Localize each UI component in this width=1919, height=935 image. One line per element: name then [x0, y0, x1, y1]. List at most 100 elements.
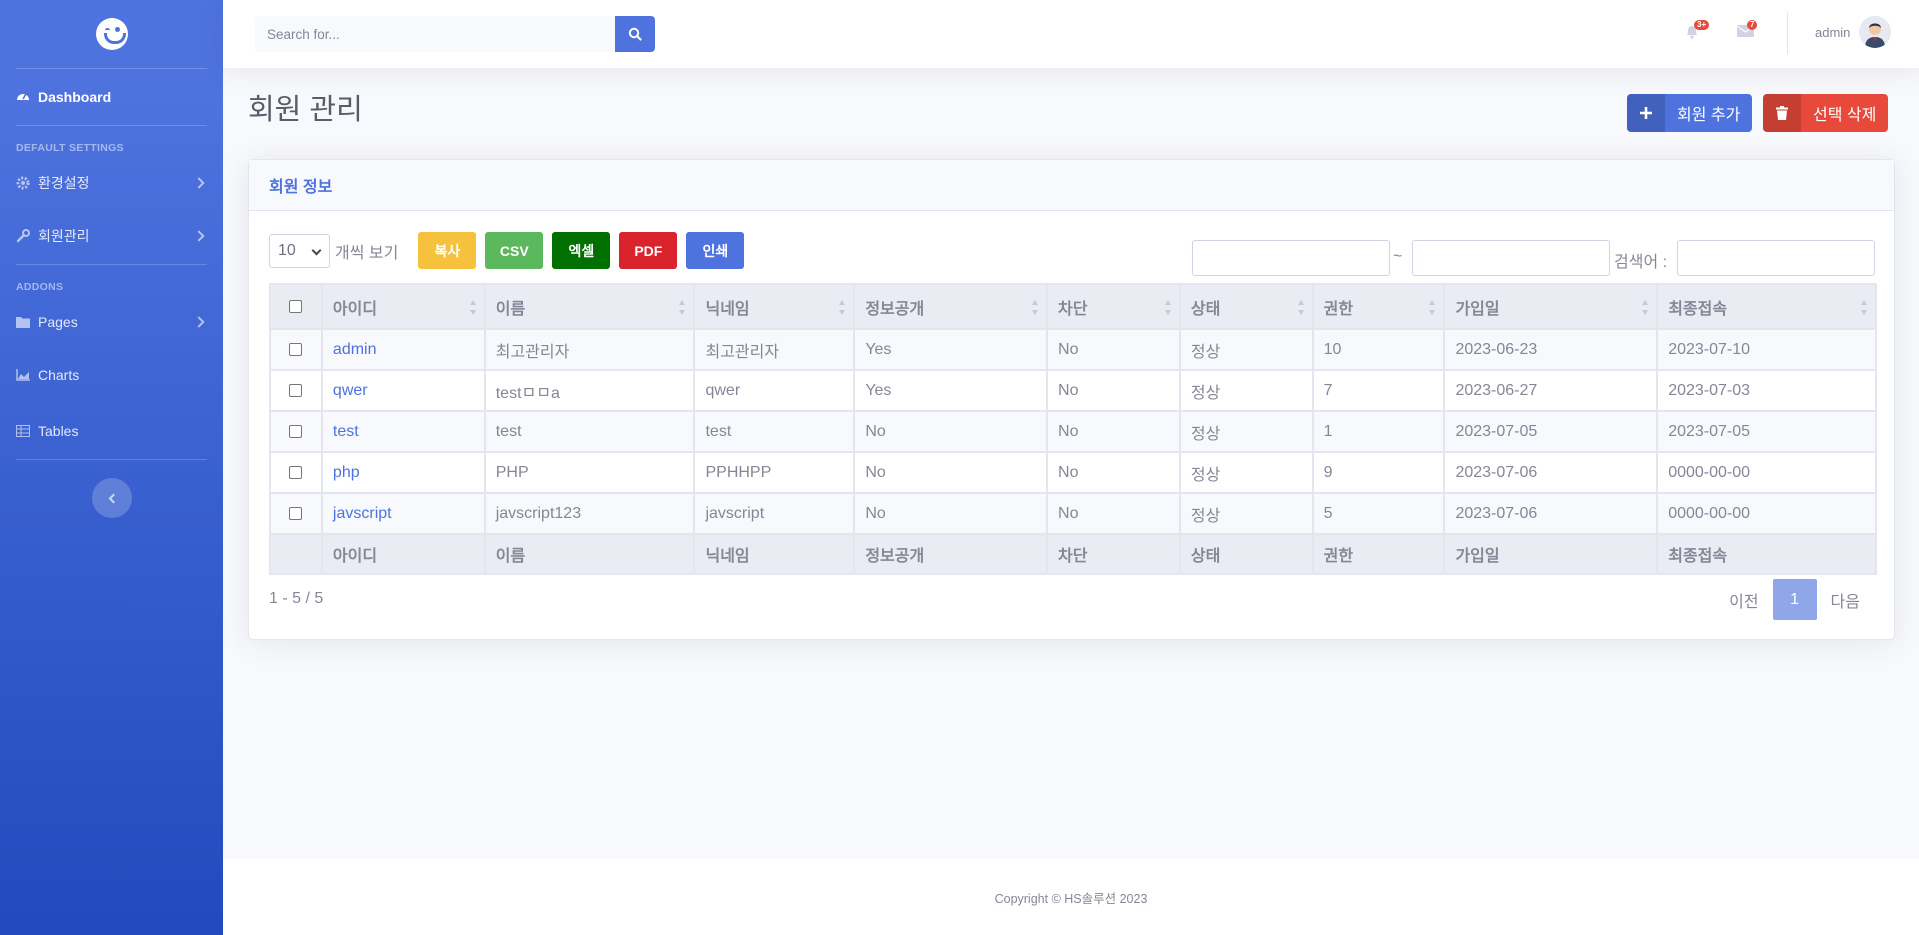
table-cell: 2023-06-27 [1443, 369, 1659, 412]
table-cell: 5 [1311, 492, 1446, 535]
table-cell: 정상 [1178, 328, 1314, 371]
table-cell: 2023-07-06 [1443, 451, 1659, 494]
row-checkbox[interactable] [269, 451, 323, 494]
table-cell: No [1046, 492, 1181, 535]
chevron-right-icon [193, 177, 205, 189]
members-table: 아이디 이름 닉네임 정보공개 차단 상태 권한 가입일 최종접속 admin 최… [269, 283, 1877, 575]
alerts-dropdown[interactable]: 3+ [1684, 20, 1710, 41]
topbar: 3+ 7 admin [223, 0, 1919, 68]
date-to-input[interactable] [1412, 240, 1610, 276]
page-button-current[interactable]: 1 [1772, 579, 1817, 620]
table-cell: 정상 [1178, 451, 1314, 494]
table-cell: 9 [1311, 451, 1446, 494]
table-row: javscript javscript123 javscript No No 정상 5 202… [269, 492, 1877, 535]
sidebar-item-label: 회원관리 [38, 228, 90, 244]
chart-area-icon [16, 368, 30, 382]
footer-cell: 정보공개 [853, 533, 1049, 575]
table-cell: 10 [1311, 328, 1446, 371]
user-name[interactable]: admin [1815, 25, 1850, 40]
copy-button[interactable]: 복사 [418, 232, 477, 269]
table-cell: No [1046, 328, 1181, 371]
select-all-checkbox[interactable] [269, 283, 323, 330]
add-member-button[interactable]: 회원 추가 [1627, 94, 1753, 132]
print-button[interactable]: 인쇄 [686, 232, 745, 269]
avatar[interactable] [1859, 16, 1891, 48]
table-cell: 2023-07-05 [1656, 410, 1877, 453]
messages-dropdown[interactable]: 7 [1736, 20, 1758, 41]
page-length-select[interactable]: 10 [269, 233, 330, 268]
column-header[interactable]: 아이디 [320, 283, 486, 330]
table-header-row: 아이디 이름 닉네임 정보공개 차단 상태 권한 가입일 최종접속 [269, 283, 1877, 330]
csv-button[interactable]: CSV [485, 232, 544, 269]
footer-cell: 권한 [1311, 533, 1446, 575]
search-button[interactable] [615, 16, 655, 52]
table-cell: 2023-06-23 [1443, 328, 1659, 371]
trash-icon [1763, 94, 1801, 132]
prev-page-button[interactable]: 이전 [1715, 588, 1772, 612]
sidebar-item-label: 환경설정 [38, 175, 90, 191]
column-header[interactable]: 상태 [1178, 283, 1314, 330]
table-cell: 0000-00-00 [1656, 492, 1877, 535]
date-from-input[interactable] [1192, 240, 1390, 276]
row-checkbox[interactable] [269, 369, 323, 412]
column-header[interactable]: 가입일 [1443, 283, 1659, 330]
member-id-link[interactable]: qwer [320, 369, 486, 412]
search-input[interactable] [255, 16, 615, 52]
table-cell: 정상 [1178, 492, 1314, 535]
next-page-button[interactable]: 다음 [1817, 588, 1874, 612]
sidebar-item-members[interactable]: 회원관리 [0, 208, 223, 264]
footer: Copyright © HS솔루션 2023 [223, 859, 1919, 935]
excel-button[interactable]: 엑셀 [552, 232, 611, 269]
row-checkbox[interactable] [269, 410, 323, 453]
footer-cell [269, 533, 323, 575]
footer-cell: 가입일 [1443, 533, 1659, 575]
column-header[interactable]: 정보공개 [853, 283, 1049, 330]
table-cell: No [1046, 369, 1181, 412]
table-cell: qwer [693, 369, 856, 412]
page-length-label: 개씩 보기 [335, 244, 399, 262]
column-header[interactable]: 이름 [483, 283, 696, 330]
column-header[interactable]: 차단 [1046, 283, 1181, 330]
table-cell: No [853, 451, 1049, 494]
sidebar-item-tables[interactable]: Tables [0, 403, 223, 459]
sort-icon [1297, 300, 1304, 315]
row-checkbox[interactable] [269, 328, 323, 371]
table-cell: test [483, 410, 696, 453]
sidebar-item-label: Pages [38, 314, 78, 330]
table-cell: 0000-00-00 [1656, 451, 1877, 494]
column-header[interactable]: 권한 [1311, 283, 1446, 330]
column-header[interactable]: 닉네임 [693, 283, 856, 330]
row-checkbox[interactable] [269, 492, 323, 535]
sidebar-item-charts[interactable]: Charts [0, 347, 223, 403]
table-cell: testㅁㅁa [483, 369, 696, 412]
table-row: admin 최고관리자 최고관리자 Yes No 정상 10 2023-06-23 2023-0… [269, 328, 1877, 371]
table-cell: PHP [483, 451, 696, 494]
sidebar-toggle-button[interactable] [91, 478, 132, 518]
member-id-link[interactable]: php [320, 451, 486, 494]
pagination: 이전 1 다음 [1715, 579, 1874, 620]
brand[interactable] [0, 0, 223, 68]
table-footer-row: 아이디 이름 닉네임 정보공개 차단 상태 권한 가입일 최종접속 [269, 533, 1877, 575]
sidebar-item-pages[interactable]: Pages [0, 297, 223, 347]
delete-selected-button[interactable]: 선택 삭제 [1763, 94, 1889, 132]
pdf-button[interactable]: PDF [619, 232, 678, 269]
add-member-label: 회원 추가 [1677, 107, 1741, 124]
member-id-link[interactable]: admin [320, 328, 486, 371]
sort-icon [1861, 300, 1867, 315]
table-cell: 7 [1311, 369, 1446, 412]
sidebar-item-label: Charts [38, 367, 80, 383]
table-controls: 10 개씩 보기 복사 CSV 엑셀 PDF 인쇄 [269, 232, 753, 269]
topbar-search [255, 16, 655, 52]
column-header[interactable]: 최종접속 [1656, 283, 1877, 330]
table-search-input[interactable] [1677, 240, 1875, 276]
member-id-link[interactable]: javscript [320, 492, 486, 535]
table-row: test test test No No 정상 1 2023-07-05 2023-07-05 [269, 410, 1877, 453]
member-id-link[interactable]: test [320, 410, 486, 453]
sort-icon [839, 300, 846, 315]
sidebar-item-settings[interactable]: 환경설정 [0, 158, 223, 208]
topbar-divider [1787, 12, 1788, 54]
table-cell: Yes [853, 369, 1049, 412]
search-icon [628, 27, 642, 41]
search-label: 검색어 : [1614, 254, 1668, 271]
sidebar-item-dashboard[interactable]: Dashboard [0, 69, 223, 125]
